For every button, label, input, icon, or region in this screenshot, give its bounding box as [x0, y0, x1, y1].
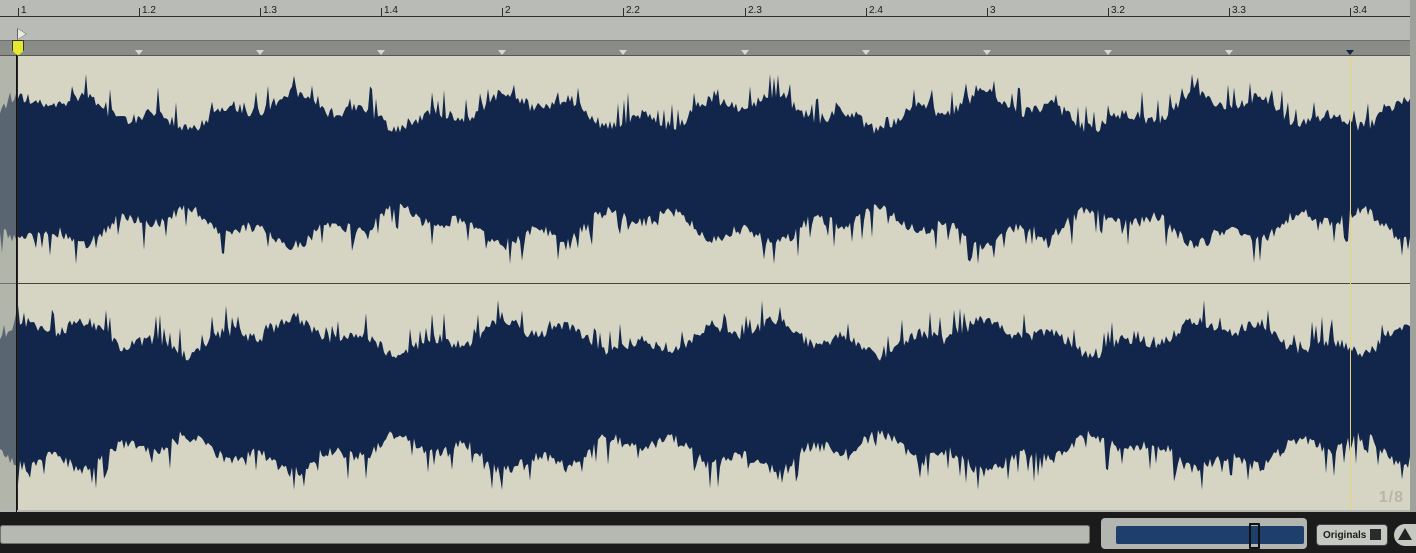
- warp-marker-icon[interactable]: [983, 50, 991, 55]
- ruler-label: 2: [505, 5, 511, 16]
- warp-marker-strip[interactable]: [0, 41, 1416, 56]
- warp-marker-icon[interactable]: [1104, 50, 1112, 55]
- ruler-tick: [866, 8, 867, 17]
- originals-label: Originals: [1323, 530, 1367, 541]
- waveform-channel: [0, 300, 1410, 490]
- loop-end-line: [1350, 56, 1351, 510]
- warp-marker-icon[interactable]: [377, 50, 385, 55]
- ruler-tick: [1350, 8, 1351, 17]
- expand-button[interactable]: [1394, 524, 1416, 546]
- ruler-tick: [381, 8, 382, 17]
- warp-marker-icon[interactable]: [1225, 50, 1233, 55]
- originals-button[interactable]: Originals: [1316, 524, 1388, 546]
- ruler-label: 1.3: [263, 5, 277, 16]
- ruler-tick: [1229, 8, 1230, 17]
- warp-marker-icon[interactable]: [256, 50, 264, 55]
- warp-marker-icon[interactable]: [135, 50, 143, 55]
- ruler-tick: [745, 8, 746, 17]
- ruler-tick: [18, 8, 19, 17]
- originals-toggle-icon: [1370, 529, 1381, 540]
- up-arrow-icon: [1398, 528, 1412, 540]
- ruler-baseline: [0, 16, 1416, 17]
- ruler-label: 2.2: [626, 5, 640, 16]
- marker-lane[interactable]: [0, 28, 1416, 41]
- ruler-label: 3.2: [1111, 5, 1125, 16]
- warp-marker-icon[interactable]: [619, 50, 627, 55]
- warp-marker-icon[interactable]: [862, 50, 870, 55]
- warp-marker-icon[interactable]: [741, 50, 749, 55]
- ruler-label: 1.4: [384, 5, 398, 16]
- ruler-label: 2.4: [869, 5, 883, 16]
- overview-waveform: [1116, 526, 1304, 544]
- warp-marker-icon[interactable]: [498, 50, 506, 55]
- beat-time-ruler[interactable]: 1 1.2 1.3 1.4 2 2.2 2.3 2.4 3 3.2 3.3 3.4: [0, 0, 1416, 29]
- warp-marker-icon[interactable]: [1346, 50, 1354, 55]
- ruler-label: 2.3: [748, 5, 762, 16]
- ruler-tick: [139, 8, 140, 17]
- ruler-tick: [623, 8, 624, 17]
- ruler-label: 3.4: [1353, 5, 1367, 16]
- overview-zoom-handle[interactable]: [1249, 523, 1260, 549]
- waveform-channel: [0, 74, 1410, 264]
- ruler-label: 1.2: [142, 5, 156, 16]
- ruler-label: 1: [21, 5, 27, 16]
- ruler-tick: [502, 8, 503, 17]
- channel-divider: [0, 283, 1410, 284]
- ruler-label: 3.3: [1232, 5, 1246, 16]
- play-triangle-icon[interactable]: [18, 29, 26, 39]
- horizontal-scrollbar[interactable]: [0, 525, 1090, 544]
- grid-resolution-label: 1/8: [1378, 489, 1404, 506]
- vertical-scrollbar[interactable]: [1410, 0, 1416, 512]
- ruler-label: 3: [990, 5, 996, 16]
- ruler-tick: [260, 8, 261, 17]
- ruler-tick: [1108, 8, 1109, 17]
- ruler-tick: [987, 8, 988, 17]
- playhead-line: [16, 40, 17, 512]
